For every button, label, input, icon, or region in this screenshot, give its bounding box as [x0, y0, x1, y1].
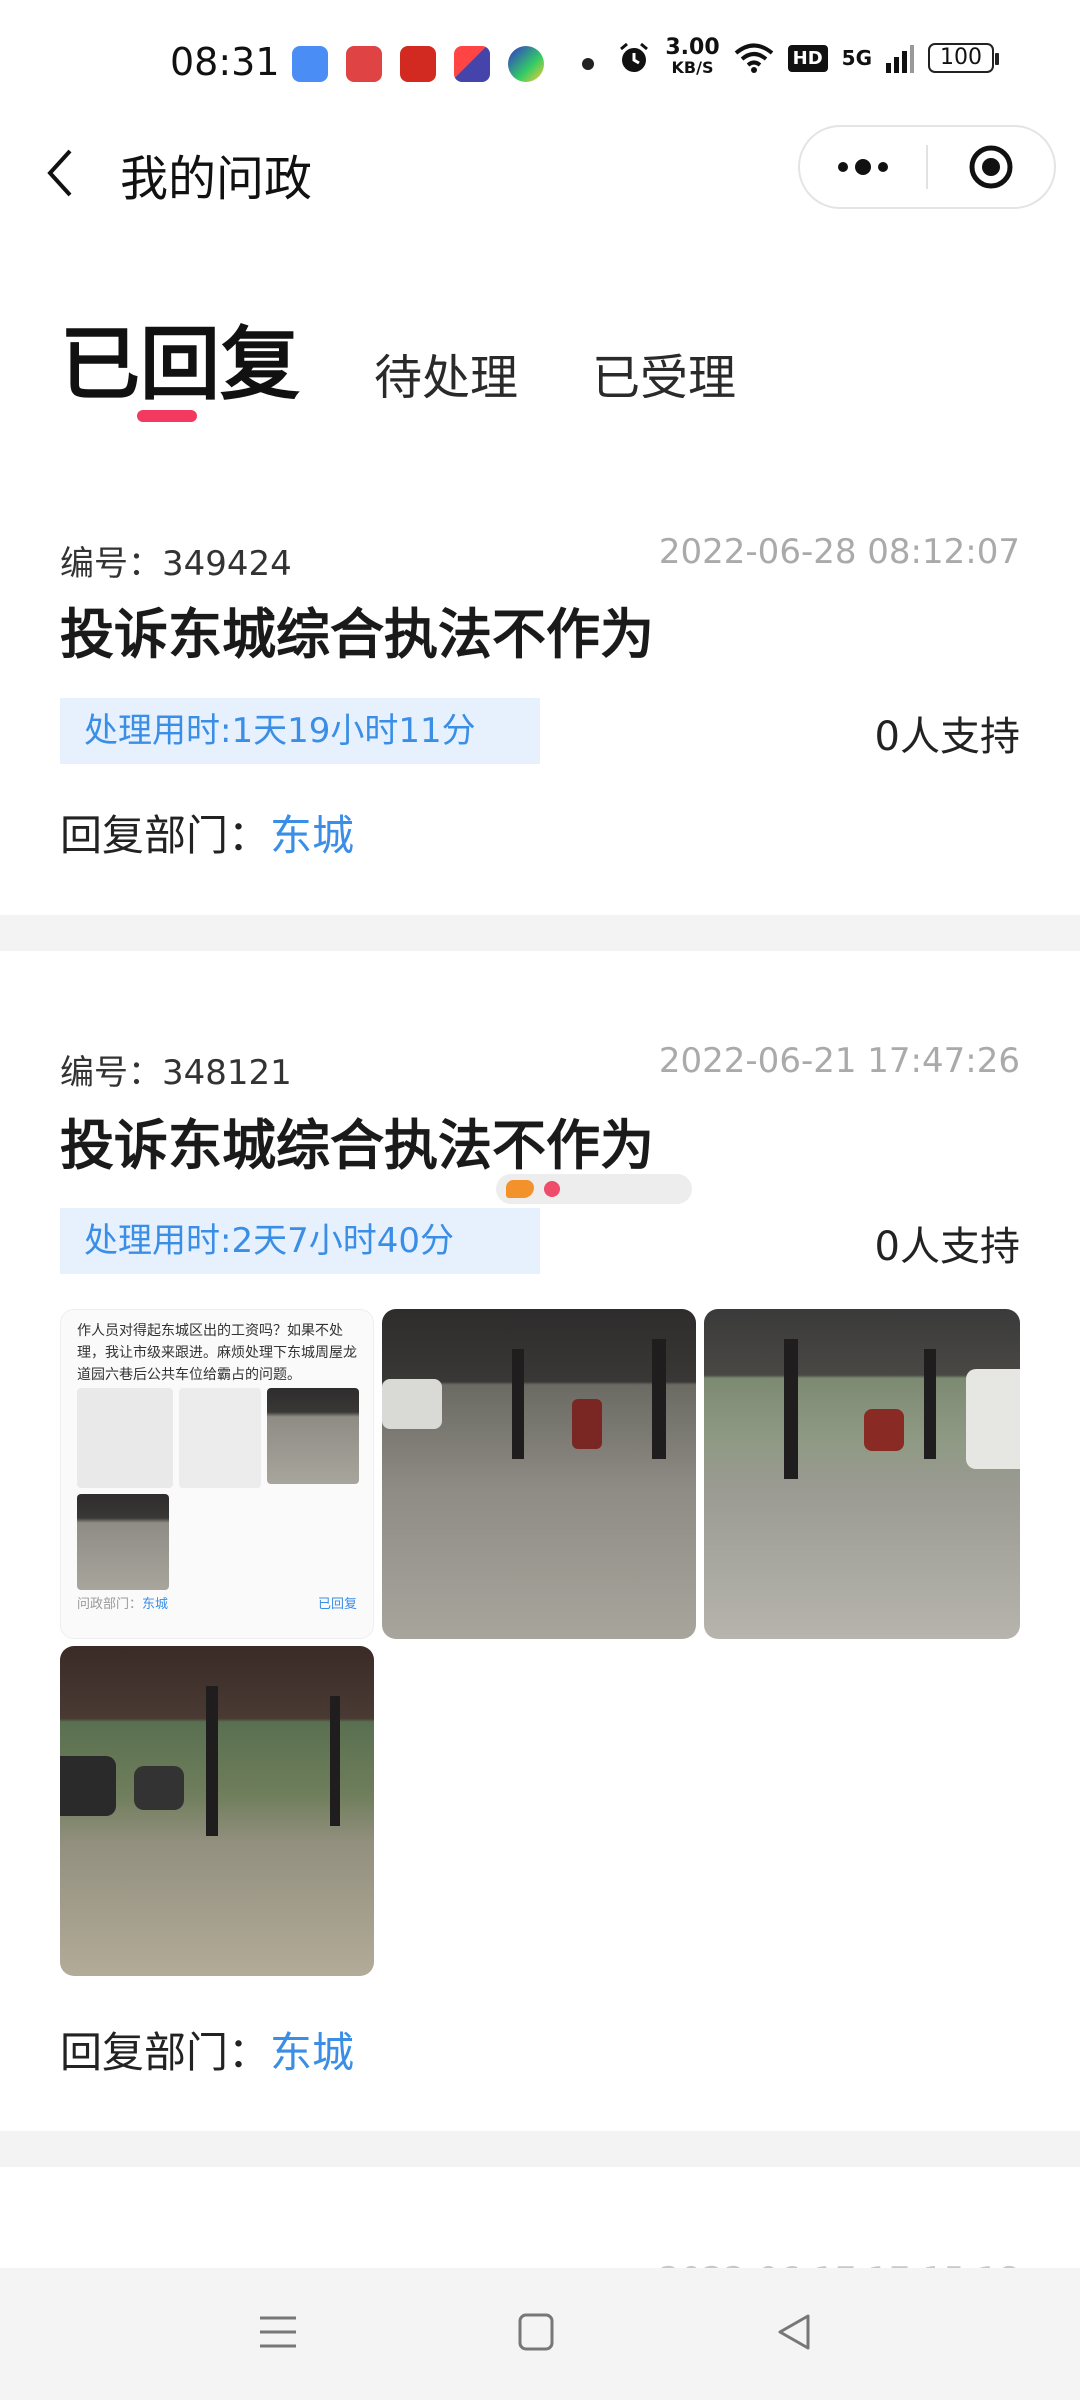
card-date: 2022-06-28 08:12:07 — [658, 532, 1020, 572]
nav-bar: 我的问政 — [0, 125, 1080, 265]
chat-app-icon — [292, 46, 328, 82]
parked-car — [60, 1756, 116, 1816]
wifi-icon — [734, 43, 773, 73]
tab-pending[interactable]: 待处理 — [374, 338, 518, 408]
card-id-value: 348121 — [162, 1053, 292, 1093]
tab-bar: 已回复 待处理 已受理 — [60, 300, 810, 416]
carport-pillar — [330, 1696, 340, 1826]
signal-icon — [886, 45, 914, 73]
video-app-icon — [454, 46, 490, 82]
tab-replied[interactable]: 已回复 — [60, 300, 300, 416]
carport-pillar — [206, 1686, 218, 1836]
back-arrow-icon[interactable] — [40, 143, 80, 203]
screenshot-thumb — [77, 1388, 173, 1488]
card-id-value: 349424 — [162, 544, 292, 584]
net-speed-unit: KB/S — [671, 58, 714, 77]
home-square-icon[interactable] — [517, 2312, 555, 2352]
screenshot-thumb — [77, 1494, 169, 1590]
screenshot-footer-label: 问政部门： — [77, 1597, 143, 1612]
system-nav-bar — [0, 2268, 1080, 2400]
more-notifications-icon — [582, 58, 594, 70]
status-right: 3.00 KB/S HD 5G 100 — [617, 35, 999, 78]
card-id-label: 编号： — [60, 544, 162, 584]
attachment-image-carport[interactable] — [60, 1646, 374, 1976]
battery-indicator: 100 — [928, 43, 999, 73]
card-title: 投诉东城综合执法不作为 — [60, 603, 654, 666]
net-speed-value: 3.00 — [665, 35, 720, 60]
attachment-image-carport[interactable] — [382, 1309, 696, 1639]
calendar-app-icon — [346, 46, 382, 82]
card-id-label: 编号： — [60, 1053, 162, 1093]
reply-dept-label: 回复部门： — [60, 2028, 271, 2077]
attachment-image-carport[interactable] — [704, 1309, 1020, 1639]
card-date: 2022-06-21 17:47:26 — [658, 1041, 1020, 1081]
card-divider — [0, 2131, 1080, 2167]
reply-dept-value: 东城 — [270, 2028, 355, 2077]
status-time: 08:31 — [170, 40, 280, 84]
time-used-badge: 处理用时:1天19小时11分 — [60, 698, 540, 764]
screenshot-footer-status: 已回复 — [317, 1597, 357, 1612]
reply-dept-row: 回复部门：东城 — [60, 2019, 354, 2080]
reply-dept-value: 东城 — [270, 811, 355, 860]
screenshot-thumb — [267, 1388, 359, 1484]
bird-logo-icon — [506, 1180, 534, 1198]
time-used-badge: 处理用时:2天7小时40分 — [60, 1208, 540, 1274]
red-circle-logo-icon — [544, 1181, 560, 1197]
status-bar: 08:31 3.00 KB/S HD 5G 100 — [0, 0, 1080, 130]
list-item[interactable]: 编号：349424 2022-06-28 08:12:07 投诉东城综合执法不作… — [0, 470, 1080, 915]
mini-program-capsule — [798, 125, 1056, 209]
alarm-icon — [620, 42, 649, 72]
card-divider — [0, 915, 1080, 951]
more-dots-icon — [838, 159, 888, 175]
net-speed: 3.00 KB/S — [665, 35, 720, 78]
list-item[interactable]: 编号：348121 2022-06-21 17:47:26 投诉东城综合执法不作… — [0, 951, 1080, 2131]
carport-pillar — [512, 1349, 524, 1459]
notification-icons — [292, 46, 594, 82]
parked-car — [382, 1379, 442, 1429]
parked-scooter — [864, 1409, 904, 1451]
screenshot-footer-dept: 东城 — [142, 1597, 169, 1612]
support-count[interactable]: 0人支持 — [875, 704, 1020, 762]
page-title: 我的问政 — [120, 151, 313, 207]
reply-dept-label: 回复部门： — [60, 811, 271, 860]
news-app-icon — [400, 46, 436, 82]
attachment-image-screenshot[interactable]: 作人员对得起东城区出的工资吗？如果不处理，我让市级来跟进。麻烦处理下东城周屋龙道… — [60, 1309, 374, 1639]
signal-label: 5G — [841, 46, 872, 70]
hd-badge: HD — [787, 44, 828, 72]
more-button[interactable] — [800, 127, 926, 207]
screenshot-thumb — [179, 1388, 261, 1488]
card-title: 投诉东城综合执法不作为 — [60, 1114, 654, 1177]
watermark — [496, 1174, 692, 1204]
screenshot-text: 作人员对得起东城区出的工资吗？如果不处理，我让市级来跟进。麻烦处理下东城周屋龙道… — [77, 1323, 357, 1383]
close-button[interactable] — [928, 127, 1054, 207]
parked-scooter — [134, 1766, 184, 1810]
back-triangle-icon[interactable] — [774, 2312, 814, 2352]
parked-bike — [572, 1399, 602, 1449]
play-app-icon — [508, 46, 544, 82]
carport-pillar — [784, 1339, 798, 1479]
screenshot-footer: 问政部门：东城 已回复 — [77, 1593, 357, 1612]
target-close-icon — [969, 145, 1013, 189]
carport-pillar — [924, 1349, 936, 1459]
support-count[interactable]: 0人支持 — [875, 1214, 1020, 1272]
active-tab-indicator — [137, 410, 197, 422]
tab-accepted[interactable]: 已受理 — [592, 338, 736, 408]
menu-icon[interactable] — [258, 2312, 298, 2352]
carport-pillar — [652, 1339, 666, 1459]
card-id: 编号：348121 — [60, 1045, 292, 1094]
parked-car — [966, 1369, 1020, 1469]
card-id: 编号：349424 — [60, 536, 292, 585]
reply-dept-row: 回复部门：东城 — [60, 802, 354, 863]
